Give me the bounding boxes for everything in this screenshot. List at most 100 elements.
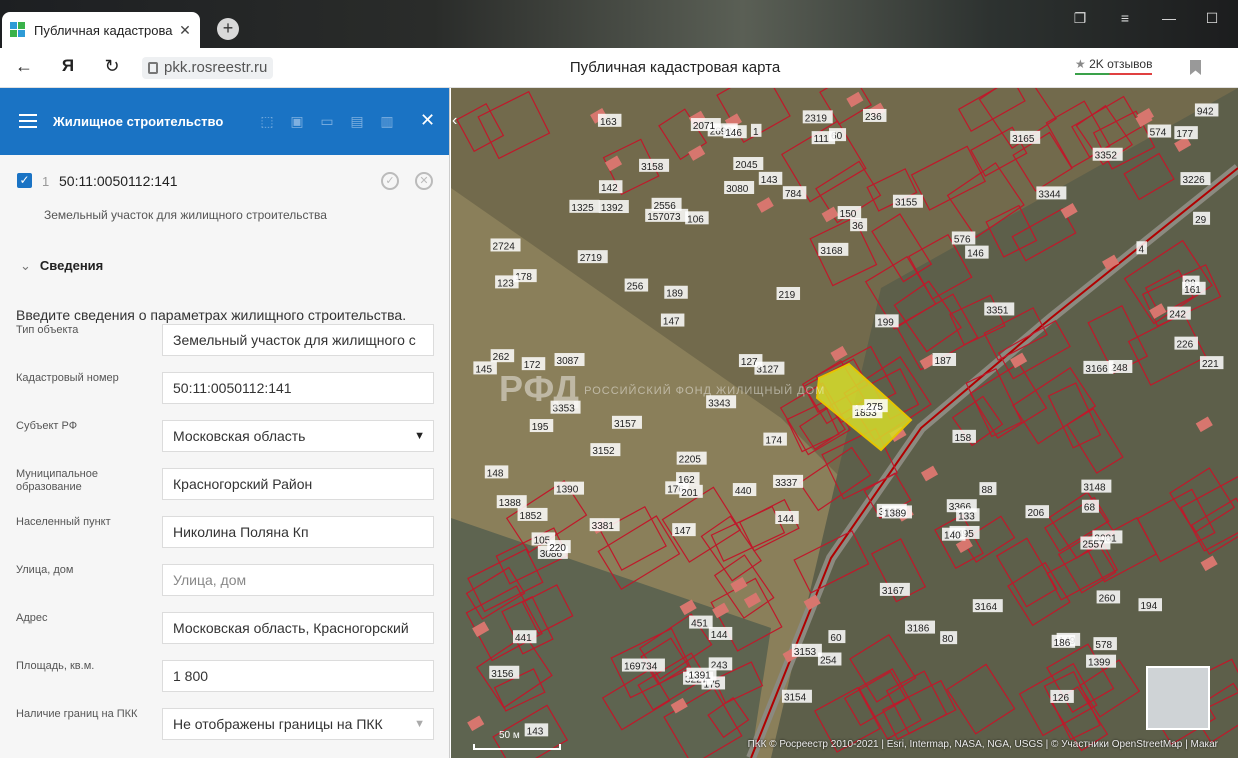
field-settlement: Населенный пункт Николина Поляна Кп <box>16 516 434 548</box>
trash-icon[interactable]: ▥ <box>378 112 396 130</box>
confirm-icon[interactable]: ✓ <box>381 172 399 190</box>
parcel-label: 3351 <box>986 305 1009 316</box>
parcel-label: 80 <box>942 634 954 645</box>
parcel-label: 126 <box>1052 693 1069 704</box>
field-subject: Субъект РФ Московская область <box>16 420 434 452</box>
field-label: Тип объекта <box>16 324 79 336</box>
parcel-label: 440 <box>735 486 752 497</box>
section-title: Сведения <box>39 258 104 273</box>
bookmark-icon[interactable] <box>1190 60 1201 75</box>
map-canvas[interactable]: 2361852185314916317817717617518994219519… <box>451 88 1238 758</box>
object-checkbox[interactable]: ✓ <box>17 173 32 188</box>
parcel-label: 29 <box>1195 215 1207 226</box>
map-attribution: ПКК © Росреестр 2010-2021 | Esri, Interm… <box>747 739 1218 750</box>
parcel-label: 36 <box>852 221 864 232</box>
field-address: Адрес Московская область, Красногорский <box>16 612 434 644</box>
bookmarks-panel-icon[interactable]: ❐ <box>1070 10 1090 27</box>
parcel-label: 220 <box>549 543 566 554</box>
maximize-icon[interactable]: ☐ <box>1202 10 1222 27</box>
street-input[interactable]: Улица, дом <box>162 564 434 596</box>
parcel-label: 189 <box>666 289 683 300</box>
side-panel: Жилищное строительство ⬚ ▣ ▭ ▤ ▥ ✕ ✓ 1 5… <box>0 88 450 758</box>
parcel-label: 2205 <box>679 455 702 466</box>
yandex-logo-icon[interactable]: Я <box>56 56 80 76</box>
save-icon[interactable]: ▤ <box>348 112 366 130</box>
parcel-label: 3152 <box>592 446 615 457</box>
close-icon[interactable]: ✕ <box>420 110 435 131</box>
parcel-label: 1388 <box>499 498 522 509</box>
parcel-label: 2319 <box>805 113 828 124</box>
field-label: Субъект РФ <box>16 420 78 432</box>
parcel-label: 1 <box>753 127 759 138</box>
field-label: Наличие границ на ПКК <box>16 708 138 720</box>
parcel-label: 3186 <box>907 624 930 635</box>
field-label: Улица, дом <box>16 564 74 576</box>
scale-label: 50 м <box>499 730 520 741</box>
rating-bar <box>1075 73 1153 75</box>
object-type-input[interactable]: Земельный участок для жилищного с <box>162 324 434 356</box>
parcel-label: 574 <box>1150 128 1167 139</box>
minimize-icon[interactable]: — <box>1159 10 1179 26</box>
url-field[interactable]: pkk.rosreestr.ru <box>142 57 274 79</box>
select-area-icon[interactable]: ⬚ <box>258 112 276 130</box>
parcel-label: 1392 <box>601 203 624 214</box>
menu-icon[interactable]: ≡ <box>1115 10 1135 26</box>
field-label: Населенный пункт <box>16 516 111 528</box>
reload-icon[interactable]: ↻ <box>100 56 124 77</box>
parcel-label: 123 <box>497 278 514 289</box>
parcel-label: 158 <box>954 433 971 444</box>
address-input[interactable]: Московская область, Красногорский <box>162 612 434 644</box>
field-cadastral-number: Кадастровый номер 50:11:0050112:141 <box>16 372 434 404</box>
parcel-label: 133 <box>958 511 975 522</box>
parcel-label: 576 <box>954 234 971 245</box>
parcel-label: 1389 <box>884 508 907 519</box>
rosreestr-favicon-icon <box>10 22 26 38</box>
parcel-label: 147 <box>663 317 680 328</box>
cadastral-number: 50:11:0050112:141 <box>59 173 178 189</box>
back-arrow-icon[interactable]: ← <box>12 56 36 77</box>
minimap[interactable] <box>1146 666 1210 730</box>
reviews-badge[interactable]: ★ 2K отзывов <box>1075 57 1153 75</box>
field-object-type: Тип объекта Земельный участок для жилищн… <box>16 324 434 356</box>
parcel-label: 3148 <box>1083 483 1106 494</box>
parcel-label: 144 <box>777 514 794 525</box>
scale-bar: 50 м <box>473 730 561 750</box>
parcel-label: 3381 <box>592 521 615 532</box>
subject-select[interactable]: Московская область <box>162 420 434 452</box>
field-boundaries: Наличие границ на ПКК Не отображены гран… <box>16 708 434 740</box>
cadastral-map[interactable]: 2361852185314916317817717617518994219519… <box>451 88 1238 758</box>
area-input[interactable]: 1 800 <box>162 660 434 692</box>
panel-collapse-chevron-icon[interactable]: ‹ <box>452 112 457 130</box>
parcel-label: 242 <box>1169 310 1186 321</box>
parcel-label: 143 <box>527 726 544 737</box>
parcel-label: 578 <box>1095 640 1112 651</box>
selected-parcel-label: 141 <box>854 404 871 415</box>
parcel-label: 148 <box>487 468 504 479</box>
field-label: Кадастровый номер <box>16 372 119 384</box>
boundaries-select[interactable]: Не отображены границы на ПКК <box>162 708 434 740</box>
field-label: Адрес <box>16 612 48 624</box>
hamburger-menu-icon[interactable] <box>19 114 37 128</box>
tab-close-icon[interactable]: ✕ <box>178 22 192 39</box>
parcel-label: 3087 <box>557 356 580 367</box>
parcel-label: 111 <box>814 134 830 145</box>
parcel-label: 441 <box>515 633 532 644</box>
cadastral-number-input[interactable]: 50:11:0050112:141 <box>162 372 434 404</box>
lock-icon <box>148 62 158 74</box>
browser-tab[interactable]: Публичная кадастрова ✕ <box>2 12 200 48</box>
field-label: Муниципальное образование <box>16 468 98 493</box>
new-tab-button[interactable]: + <box>217 18 239 40</box>
parcel-label: 3153 <box>794 647 817 658</box>
browser-tabbar: Публичная кадастрова ✕ + ❐ ≡ — ☐ <box>0 0 1238 48</box>
parcel-label: 3158 <box>641 162 664 173</box>
select-object-icon[interactable]: ▣ <box>288 112 306 130</box>
settlement-input[interactable]: Николина Поляна Кп <box>162 516 434 548</box>
parcel-label: 3168 <box>820 246 843 257</box>
panel-title: Жилищное строительство <box>53 114 224 129</box>
remove-icon[interactable]: ✕ <box>415 172 433 190</box>
parcel-label: 256 <box>627 282 644 293</box>
municipality-input[interactable]: Красногорский Район <box>162 468 434 500</box>
section-toggle[interactable]: ⌄ Сведения <box>20 258 103 274</box>
folder-icon[interactable]: ▭ <box>318 112 336 130</box>
chevron-down-icon: ⌄ <box>20 258 31 273</box>
